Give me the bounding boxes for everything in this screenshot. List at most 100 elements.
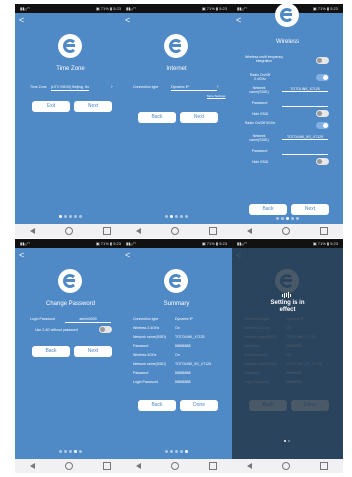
nav-bar bbox=[121, 459, 232, 473]
hide-ssid-24-row: Hide SSID bbox=[244, 110, 332, 118]
nav-home-icon[interactable] bbox=[65, 462, 73, 470]
summary-value: Dynamic IP bbox=[175, 317, 193, 321]
nav-home-icon[interactable] bbox=[171, 227, 179, 235]
page-indicator bbox=[15, 215, 126, 218]
time-zone-label: Time Zone bbox=[30, 85, 47, 89]
nav-back-icon[interactable] bbox=[30, 228, 35, 234]
summary-key: Wireless 2.4GHz bbox=[133, 326, 160, 330]
status-right: ▣ 71% ▮ 5:23 bbox=[201, 6, 227, 11]
screen-summary: < Summary Connection type Dynamic IP Wire… bbox=[121, 248, 232, 459]
nav-bar bbox=[232, 224, 343, 238]
multi-frequency-label: Wireless multi frequency integration bbox=[244, 55, 284, 63]
status-right: ▣ 71% ▮ 5:23 bbox=[95, 6, 121, 11]
more-settings-link[interactable]: More Settings bbox=[207, 92, 226, 100]
summary-key: Network name(SSID) bbox=[133, 335, 167, 339]
connection-type-label: Connection type bbox=[133, 85, 159, 89]
back-chevron-icon[interactable]: < bbox=[125, 251, 130, 260]
chevron-right-icon[interactable]: › bbox=[111, 83, 113, 91]
nav-home-icon[interactable] bbox=[282, 227, 290, 235]
screen-internet: < Internet Connection type Dynamic IP › … bbox=[121, 13, 232, 224]
back-chevron-icon[interactable]: < bbox=[19, 16, 24, 25]
connection-type-row[interactable]: Connection type Dynamic IP › bbox=[133, 83, 221, 91]
nav-home-icon[interactable] bbox=[171, 462, 179, 470]
ssid-5-input[interactable]: TOTOLINK_5G_X7125 bbox=[282, 135, 328, 140]
nav-back-icon[interactable] bbox=[247, 228, 252, 234]
page-dot bbox=[165, 450, 168, 453]
multi-frequency-toggle[interactable] bbox=[316, 57, 329, 64]
nav-recent-icon[interactable] bbox=[209, 227, 217, 235]
page-title: Summary bbox=[163, 301, 190, 307]
next-button[interactable]: Next bbox=[180, 112, 218, 123]
nav-home-icon[interactable] bbox=[65, 227, 73, 235]
summary-key: Login Password bbox=[133, 380, 158, 384]
logo-icon bbox=[275, 4, 299, 27]
page-indicator bbox=[121, 450, 232, 453]
radio-5-toggle[interactable] bbox=[316, 122, 329, 129]
back-button[interactable]: Back bbox=[32, 346, 70, 357]
summary-value: 88888888 bbox=[175, 380, 191, 384]
page-dot bbox=[59, 215, 62, 218]
nav-back-icon[interactable] bbox=[247, 463, 252, 469]
summary-value: TOTOLINK_X7125 bbox=[175, 335, 205, 339]
status-left: ▮▮ᵤᵢ ᴴ bbox=[126, 241, 136, 246]
back-button[interactable]: Back bbox=[138, 400, 176, 411]
nav-home-icon[interactable] bbox=[282, 462, 290, 470]
status-left: ▮▮ᵤᵢ ᴴ bbox=[126, 6, 136, 11]
next-button[interactable]: Next bbox=[74, 101, 112, 112]
nav-back-icon[interactable] bbox=[136, 463, 141, 469]
nav-recent-icon[interactable] bbox=[320, 227, 328, 235]
summary-row: Password 88888888 bbox=[133, 342, 221, 351]
page-dot bbox=[185, 215, 188, 218]
back-chevron-icon[interactable]: < bbox=[236, 16, 241, 25]
summary-row: Network name(SSID) TOTOLINK_5G_X7125 bbox=[133, 360, 221, 369]
screen-wireless: < Wireless Wireless multi frequency inte… bbox=[232, 4, 343, 224]
nav-back-icon[interactable] bbox=[136, 228, 141, 234]
nav-bar bbox=[15, 459, 126, 473]
chevron-right-icon[interactable]: › bbox=[217, 83, 219, 91]
back-chevron-icon[interactable]: < bbox=[125, 16, 130, 25]
page-dot bbox=[170, 450, 173, 453]
setting-effect-message: Setting is in effect bbox=[232, 300, 343, 314]
status-bar: ▮▮ᵤᵢ ᴴ ▣ 71% ▮ 5:23 bbox=[15, 4, 126, 13]
nav-recent-icon[interactable] bbox=[209, 462, 217, 470]
nav-back-icon[interactable] bbox=[30, 463, 35, 469]
done-button[interactable]: Done bbox=[180, 400, 218, 411]
ssid-5-row: Network name(SSID) TOTOLINK_5G_X7125 bbox=[244, 134, 332, 144]
logo-icon bbox=[164, 269, 188, 293]
loading-dot bbox=[288, 440, 290, 442]
next-button[interactable]: Next bbox=[74, 346, 112, 357]
password-5-input[interactable] bbox=[282, 147, 328, 155]
password-5-label: Password bbox=[252, 149, 268, 153]
page-dot bbox=[286, 217, 289, 220]
back-chevron-icon[interactable]: < bbox=[19, 251, 24, 260]
password-24-input[interactable] bbox=[282, 99, 328, 107]
back-button[interactable]: Back bbox=[138, 112, 176, 123]
page-title: Internet bbox=[166, 66, 187, 72]
summary-row: Connection type Dynamic IP bbox=[133, 315, 221, 324]
phone-time-zone: ▮▮ᵤᵢ ᴴ ▣ 71% ▮ 5:23 < Time Zone Time Zone… bbox=[15, 4, 126, 238]
nav-recent-icon[interactable] bbox=[103, 227, 111, 235]
exit-button[interactable]: Exit bbox=[32, 101, 70, 112]
login-password-input[interactable]: admin0000 bbox=[65, 315, 111, 323]
status-right: ▣ 71% ▮ 5:23 bbox=[312, 241, 338, 246]
time-zone-value[interactable]: (UTC+08:00) Beijing, Ho bbox=[51, 83, 90, 91]
phone-wireless: ▮▮ᵤᵢ ᴴ ▣ 71% ▮ 5:23 < Wireless Wireless m… bbox=[232, 4, 343, 238]
no-password-label: Use 2.4G without password bbox=[35, 328, 78, 332]
back-button[interactable]: Back bbox=[249, 204, 287, 215]
effect-line-2: effect bbox=[279, 307, 296, 313]
radio-24-toggle[interactable] bbox=[316, 74, 329, 81]
nav-recent-icon[interactable] bbox=[320, 462, 328, 470]
connection-type-value[interactable]: Dynamic IP bbox=[171, 83, 217, 91]
logo-icon bbox=[58, 269, 82, 293]
nav-recent-icon[interactable] bbox=[103, 462, 111, 470]
screen-change-password: < Change Password Login Password admin00… bbox=[15, 248, 126, 459]
time-zone-row[interactable]: Time Zone (UTC+08:00) Beijing, Ho › bbox=[27, 83, 115, 91]
ssid-24-input[interactable]: TOTOLINK_X7125 bbox=[282, 87, 328, 92]
no-password-toggle[interactable] bbox=[99, 326, 112, 333]
summary-key: Wireless 5GHz bbox=[133, 353, 157, 357]
status-bar: ▮▮ᵤᵢ ᴴ ▣ 71% ▮ 5:23 bbox=[15, 239, 126, 248]
hide-ssid-24-toggle[interactable] bbox=[316, 110, 329, 117]
next-button[interactable]: Next bbox=[291, 204, 329, 215]
page-dot bbox=[79, 450, 82, 453]
hide-ssid-5-toggle[interactable] bbox=[316, 158, 329, 165]
